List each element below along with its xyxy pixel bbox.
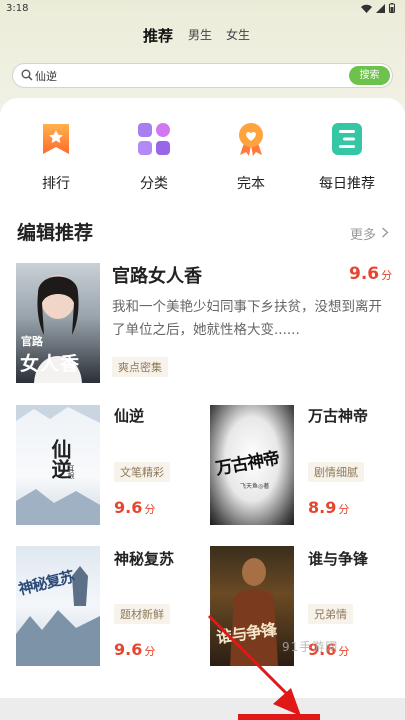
battery-icon [389,3,395,13]
tab-recommend[interactable]: 推荐 [143,25,173,46]
score-unit: 分 [338,645,350,658]
book-cover[interactable]: 仙逆 耳根 [16,405,100,525]
cover-title-big: 女人香 [20,353,81,375]
book-title[interactable]: 仙逆 [114,405,144,426]
category-icon [138,123,170,155]
cover-author: 耳根 [67,465,75,479]
book-tag: 剧情细腻 [308,462,364,482]
book-score: 9.6 分 [114,640,155,659]
score-unit: 分 [144,503,156,516]
status-icons [361,3,395,13]
cover-scene [16,566,100,666]
wifi-icon [361,4,372,13]
book-tag: 题材新鲜 [114,604,170,624]
finished-icon [239,123,263,156]
featured-book-score: 9.6 分 [349,264,392,284]
book-score: 9.6 分 [114,498,155,517]
search-icon [21,69,33,81]
section-title: 编辑推荐 [17,222,94,244]
top-tabs: 推荐 男生 女生 [0,26,405,50]
book-tag: 文笔精彩 [114,462,170,482]
chevron-right-icon[interactable] [381,227,389,238]
search-input[interactable] [35,67,335,85]
book-cover[interactable]: 神秘复苏 [16,546,100,666]
daily-recommend-icon [332,123,362,155]
score-value: 8.9 [308,498,337,517]
tab-male[interactable]: 男生 [188,26,212,43]
score-unit: 分 [381,269,393,282]
book-title[interactable]: 谁与争锋 [308,548,368,569]
score-value: 9.6 [114,498,143,517]
category-label: 排行 [42,176,70,192]
status-time: 3:18 [6,3,29,14]
featured-book-desc: 我和一个美艳少妇同事下乡扶贫，没想到离开了单位之后，她就性格大变...... [112,299,382,338]
more-link[interactable]: 更多 [350,224,376,243]
category-classify[interactable]: 分类 [124,121,184,193]
category-label: 分类 [140,176,168,192]
annotation-arrow-icon [207,614,301,716]
score-value: 9.6 [114,640,143,659]
featured-book-cover[interactable]: 官路 女人香 [16,263,100,383]
annotation-highlight [238,714,320,720]
signal-icon [376,3,385,13]
category-ranking[interactable]: 排行 [26,121,86,193]
book-score: 8.9 分 [308,498,349,517]
score-value: 9.6 [349,264,380,284]
book-title[interactable]: 万古神帝 [308,405,368,426]
ranking-icon [43,124,69,154]
category-label: 完本 [237,176,265,192]
score-unit: 分 [338,503,350,516]
featured-book-tag: 爽点密集 [112,357,168,377]
category-daily[interactable]: 每日推荐 [317,121,377,193]
search-button[interactable]: 搜索 [349,66,390,85]
featured-book-title[interactable]: 官路女人香 [112,262,202,288]
book-title[interactable]: 神秘复苏 [114,548,174,569]
category-finished[interactable]: 完本 [221,121,281,193]
bottom-bar [0,698,405,720]
cover-author: 飞天鱼◎著 [240,483,270,490]
search-bar: 搜索 [12,63,393,88]
tab-female[interactable]: 女生 [226,26,250,43]
cover-title: 万古神帝 [214,448,281,480]
book-cover[interactable]: 万古神帝 飞天鱼◎著 [210,405,294,525]
status-bar: 3:18 [0,0,405,20]
category-label: 每日推荐 [319,176,375,192]
score-unit: 分 [144,645,156,658]
cover-title-small: 官路 [21,335,43,348]
